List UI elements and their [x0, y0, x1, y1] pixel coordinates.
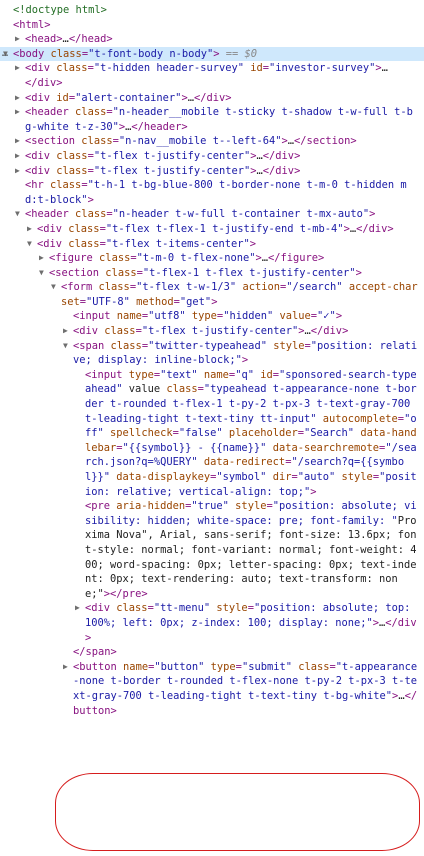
dom-node-line[interactable]: ▶ <header class="n-header__mobile t-stick…	[0, 105, 424, 134]
dom-node-text: <figure class="t-m-0 t-flex-none">…</fig…	[49, 252, 325, 265]
red-annotation-circle	[55, 773, 420, 851]
dom-node-text: <html>	[13, 18, 51, 31]
dom-node-text: <form class="t-flex t-w-1/3" action="/se…	[61, 281, 418, 308]
expand-triangle-icon[interactable]: ▶	[75, 601, 80, 616]
expand-triangle-icon[interactable]: ▶	[15, 61, 20, 76]
dom-node-line[interactable]: ▼ <div class="t-flex t-items-center">	[0, 237, 424, 252]
dom-node-line[interactable]: <!doctype html>	[0, 3, 424, 18]
dom-node-line[interactable]: ▼ <section class="t-flex-1 t-flex t-justi…	[0, 266, 424, 281]
dom-node-line[interactable]: ▼ <header class="n-header t-w-full t-cont…	[0, 207, 424, 222]
dom-node-text: <section class="n-nav__mobile t--left-64…	[25, 135, 357, 148]
expand-triangle-icon[interactable]: ▶	[27, 222, 32, 237]
dom-node-text: <!doctype html>	[13, 4, 107, 16]
expand-triangle-icon[interactable]: ▶	[63, 324, 68, 339]
expand-triangle-icon[interactable]: ▶	[15, 105, 20, 120]
dom-node-line[interactable]: ▶ <div class="t-flex t-justify-center">…<…	[0, 164, 424, 179]
dom-node-text: <div class="t-flex t-flex-1 t-justify-en…	[37, 222, 394, 235]
collapse-triangle-icon[interactable]: ▼	[63, 339, 68, 354]
dom-node-line[interactable]: ▶ <div class="t-flex t-justify-center">…<…	[0, 324, 424, 339]
dom-node-text: </span>	[73, 646, 117, 659]
dom-node-line[interactable]: ▶ <div id="alert-container">…</div>	[0, 91, 424, 106]
collapse-triangle-icon[interactable]: ▼	[51, 280, 56, 295]
expand-triangle-icon[interactable]: ▶	[15, 149, 20, 164]
expand-triangle-icon[interactable]: ▶	[39, 251, 44, 266]
dom-node-text: <div class="t-flex t-justify-center">…</…	[25, 149, 301, 162]
dom-node-line[interactable]: ▶ <head>…</head>	[0, 32, 424, 47]
dom-node-line[interactable]: <hr class="t-h-1 t-bg-blue-800 t-border-…	[0, 178, 424, 207]
dom-node-line[interactable]: <input type="text" name="q" id="sponsore…	[0, 368, 424, 499]
expand-triangle-icon[interactable]: ▶	[15, 164, 20, 179]
dom-node-text: <div id="alert-container">…</div>	[25, 91, 232, 104]
dom-node-text: </div>	[25, 76, 63, 89]
dom-node-text: <section class="t-flex-1 t-flex t-justif…	[49, 266, 362, 279]
dom-tree: <!doctype html> <html> ▶ <head>…</head> ▼ <bo…	[0, 3, 424, 718]
dom-node-line[interactable]: </div>	[0, 76, 424, 91]
dom-node-line[interactable]: ▼ <form class="t-flex t-w-1/3" action="/s…	[0, 280, 424, 309]
dom-node-text: <div class="t-hidden header-survey" id="…	[25, 62, 388, 75]
selected-node-var: $0	[244, 47, 258, 60]
dom-node-text: <input name="utf8" type="hidden" value="…	[73, 310, 343, 323]
dom-node-line[interactable]: <html>	[0, 18, 424, 33]
dom-node-line[interactable]: ▶ <div class="t-flex t-flex-1 t-justify-e…	[0, 222, 424, 237]
expand-triangle-icon[interactable]: ▶	[15, 32, 20, 47]
collapse-triangle-icon[interactable]: ▼	[15, 207, 20, 222]
dom-node-line[interactable]: ▶ <div class="t-hidden header-survey" id=…	[0, 61, 424, 76]
dom-node-text: <header class="n-header t-w-full t-conta…	[25, 208, 376, 221]
dom-node-line[interactable]: ▶ <button name="button" type="submit" cla…	[0, 660, 424, 718]
dom-node-text: <div class="t-flex t-justify-center">…</…	[25, 164, 301, 177]
dom-node-line[interactable]: ▼ <body class="t-font-body n-body">… == $…	[0, 46, 424, 62]
dom-node-text: <input type="text" name="q" id="sponsore…	[85, 368, 417, 498]
dom-node-line[interactable]: </span>	[0, 645, 424, 660]
dom-node-text: <body class="t-font-body n-body">	[13, 47, 220, 60]
dom-node-text: <div class="t-flex t-justify-center">…</…	[73, 325, 349, 338]
collapse-triangle-icon[interactable]: ▼	[39, 266, 44, 281]
dom-node-text: <span class="twitter-typeahead" style="p…	[73, 339, 418, 367]
dom-node-line[interactable]: ▶ <div class="t-flex t-justify-center">…<…	[0, 149, 424, 164]
dom-node-text: <div class="t-flex t-items-center">	[37, 237, 256, 250]
dom-node-text: <div class="tt-menu" style="position: ab…	[85, 602, 417, 644]
dom-node-line[interactable]: ▶ <div class="tt-menu" style="position: a…	[0, 601, 424, 645]
dom-node-text: <pre aria-hidden="true" style="position:…	[85, 500, 417, 600]
dom-node-line[interactable]: <input name="utf8" type="hidden" value="…	[0, 309, 424, 324]
dom-node-text: <button name="button" type="submit" clas…	[73, 660, 418, 717]
dom-node-text: <header class="n-header__mobile t-sticky…	[25, 106, 413, 133]
selected-node-marker: ==	[219, 47, 245, 60]
more-options-icon[interactable]: …	[2, 47, 8, 62]
dom-node-line[interactable]: ▼ <span class="twitter-typeahead" style="…	[0, 339, 424, 368]
dom-node-line[interactable]: ▶ <section class="n-nav__mobile t--left-6…	[0, 134, 424, 149]
collapse-triangle-icon[interactable]: ▼	[27, 237, 32, 252]
dom-node-line[interactable]: <pre aria-hidden="true" style="position:…	[0, 499, 424, 601]
expand-triangle-icon[interactable]: ▶	[63, 660, 68, 675]
expand-triangle-icon[interactable]: ▶	[15, 91, 20, 106]
dom-node-text: <head>…</head>	[25, 33, 113, 46]
dom-node-text: <hr class="t-h-1 t-bg-blue-800 t-border-…	[25, 179, 407, 206]
dom-node-line[interactable]: ▶ <figure class="t-m-0 t-flex-none">…</fi…	[0, 251, 424, 266]
expand-triangle-icon[interactable]: ▶	[15, 134, 20, 149]
